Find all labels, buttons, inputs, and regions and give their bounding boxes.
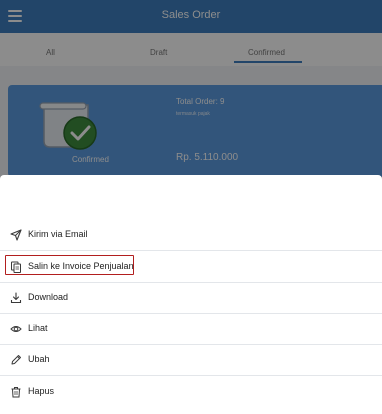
- copy-icon: [11, 261, 21, 273]
- menu-item-label: Hapus: [28, 386, 55, 396]
- eye-icon: [10, 326, 22, 332]
- trash-icon: [11, 387, 21, 398]
- menu-item-copy-to-invoice[interactable]: Salin ke Invoice Penjualan: [0, 252, 382, 283]
- menu-item-view[interactable]: Lihat: [0, 314, 382, 345]
- menu-item-label: Salin ke Invoice Penjualan: [28, 261, 134, 271]
- send-icon: [10, 229, 22, 241]
- menu-item-label: Kirim via Email: [28, 229, 88, 239]
- menu-item-edit[interactable]: Ubah: [0, 345, 382, 376]
- menu-item-label: Ubah: [28, 354, 50, 364]
- menu-item-download[interactable]: Download: [0, 283, 382, 314]
- menu-item-label: Lihat: [28, 323, 48, 333]
- action-bottom-sheet: Kirim via Email Salin ke Invoice Penjual…: [0, 175, 382, 414]
- menu-item-label: Download: [28, 292, 69, 302]
- download-icon: [10, 292, 22, 304]
- menu-item-send-email[interactable]: Kirim via Email: [0, 220, 382, 251]
- pencil-icon: [11, 355, 21, 365]
- menu-item-delete[interactable]: Hapus: [0, 377, 382, 408]
